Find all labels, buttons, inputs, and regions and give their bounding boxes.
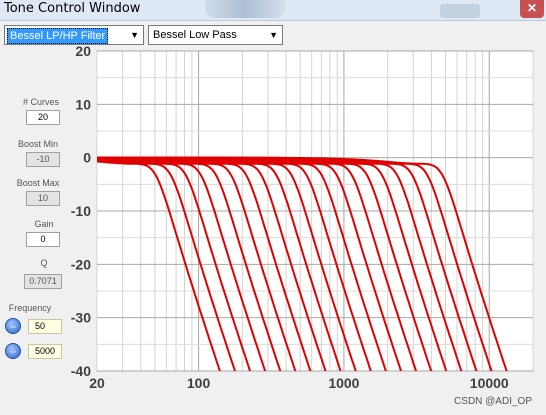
y-tick-label: 0 xyxy=(83,150,91,166)
window-client-area: Bessel LP/HP Filter ▼ Bessel Low Pass ▼ … xyxy=(0,21,546,415)
y-tick-label: -10 xyxy=(71,203,91,219)
title-bar-decoration xyxy=(440,4,480,18)
y-tick-label: -20 xyxy=(71,256,91,272)
y-tick-label: -30 xyxy=(71,310,91,326)
y-tick-label: 20 xyxy=(75,43,91,59)
close-button[interactable]: ✕ xyxy=(520,0,544,18)
title-bar-decoration xyxy=(205,0,285,18)
frequency-response-chart: 20100-10-20-30-4020 100 1000 10000 xyxy=(71,43,534,391)
title-bar: Tone Control Window ✕ xyxy=(0,0,546,21)
y-tick-label: -40 xyxy=(71,363,91,379)
x-tick-label: 1000 xyxy=(328,375,359,391)
window-title: Tone Control Window xyxy=(4,1,141,16)
close-icon: ✕ xyxy=(526,1,538,15)
x-tick-label: 10000 xyxy=(470,375,509,391)
y-tick-label: 10 xyxy=(75,96,91,112)
watermark-text: CSDN @ADI_OP xyxy=(454,396,532,407)
x-tick-label: 100 xyxy=(187,375,211,391)
x-tick-label: 20 xyxy=(89,375,105,391)
